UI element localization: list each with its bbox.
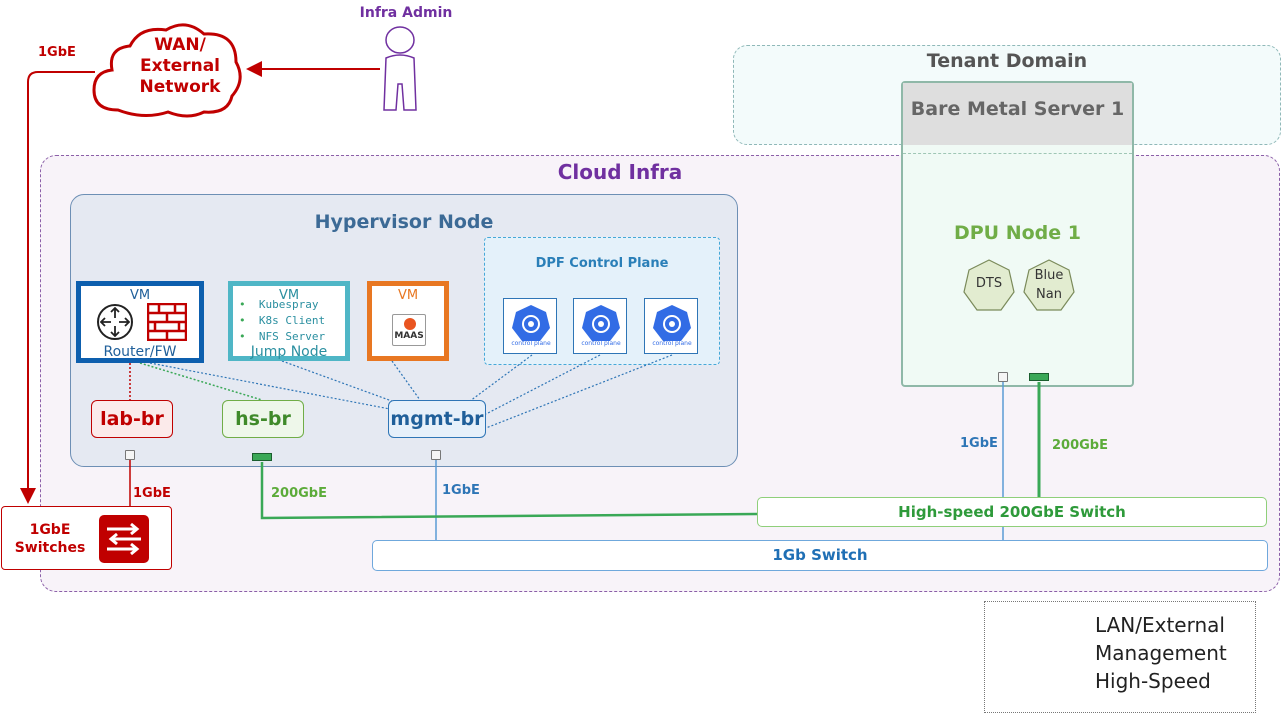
control-plane-caption: control plane [581,340,621,347]
wan-1gbe-label: 1GbE [38,45,76,60]
dts-label: DTS [975,276,1003,291]
jump-vm-items: • Kubespray • K8s Client • NFS Server [239,297,325,345]
maas-mgmt-link [391,360,421,401]
person-icon [383,26,417,111]
onegbe-switches[interactable]: 1GbE Switches [1,506,172,570]
highspeed-switch[interactable]: High-speed 200GbE Switch [757,497,1267,527]
bluenan-label: Blue Nan [1022,266,1076,304]
hs-br-port [252,453,272,461]
wan-label-line1: WAN/ [154,35,206,55]
maas-logo-icon [404,318,416,330]
maas-vm-tag: VM [397,288,419,303]
jump-item: • NFS Server [239,330,326,343]
switch-icon [99,515,149,563]
kubernetes-icon [512,305,550,341]
router-fw-vm[interactable]: VM Router/FW [76,281,204,363]
legend-hs-label: High-Speed [1095,669,1211,693]
dpu-1gbe-label: 1GbE [960,436,998,451]
control-plane-caption: control plane [652,340,692,347]
dpu-mgmt-port [998,372,1008,382]
jump-node-vm[interactable]: VM • Kubespray • K8s Client • NFS Server… [228,281,350,361]
kubernetes-icon [582,305,620,341]
mgmt-br-bridge[interactable]: mgmt-br [388,400,486,438]
onegbe-switches-label: 1GbE Switches [10,521,90,557]
maas-logo-text: MAAS [394,331,424,341]
dpu-hs-port [1029,373,1049,381]
router-vm-label: Router/FW [103,344,177,360]
mgmt-1gbe-label: 1GbE [442,483,480,498]
jump-mgmt-link [281,360,401,405]
control-plane-node[interactable]: control plane [644,298,698,354]
legend-lan-label: LAN/External [1095,613,1225,637]
jump-vm-label: Jump Node [250,344,328,360]
onegbe-line1: 1GbE [29,522,71,538]
jump-item: • K8s Client [239,314,326,327]
kubernetes-icon [653,305,691,341]
control-plane-node[interactable]: control plane [503,298,557,354]
onegb-switch[interactable]: 1Gb Switch [372,540,1268,571]
jump-item: • Kubespray [239,298,319,311]
legend-mgmt-label: Management [1095,641,1227,665]
wan-label-line2: External [139,56,221,76]
bluenan-line1: Blue [1034,268,1064,283]
hs-br-bridge[interactable]: hs-br [222,400,304,438]
control-plane-node[interactable]: control plane [573,298,627,354]
hs-200gbe-label: 200GbE [271,486,327,501]
wan-label: WAN/ External Network [120,35,240,98]
control-plane-caption: control plane [511,340,551,347]
wan-label-line3: Network [139,77,221,97]
lab-1gbe-label: 1GbE [133,486,171,501]
cp2-mgmt-link [485,354,601,415]
maas-vm[interactable]: VM MAAS [367,281,449,361]
router-icon [97,304,133,340]
bluenan-line2: Nan [1036,287,1062,302]
lab-br-bridge[interactable]: lab-br [91,400,173,438]
router-vm-tag: VM [129,288,151,303]
cp3-mgmt-link [485,354,673,429]
cp1-mgmt-link [469,354,533,402]
lab-br-port [125,450,135,460]
infra-admin-label: Infra Admin [359,5,453,21]
mgmt-br-port [431,450,441,460]
router-hs-link [139,362,263,401]
hs-br-uplink [260,462,758,520]
maas-logo: MAAS [392,314,426,346]
dpu-200gbe-label: 200GbE [1052,438,1108,453]
onegbe-line2: Switches [14,540,86,556]
firewall-icon [147,303,187,341]
